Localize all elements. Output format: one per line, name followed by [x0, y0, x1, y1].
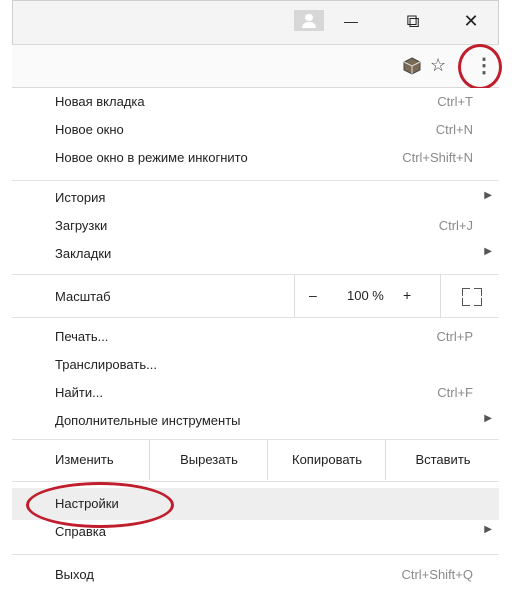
edit-row: Изменить Вырезать Копировать Вставить: [12, 440, 499, 480]
menu-item-bookmarks[interactable]: Закладки ▶: [12, 241, 499, 269]
menu-item-new-window[interactable]: Новое окно Ctrl+N: [12, 117, 499, 145]
zoom-controls: – 100 % +: [294, 275, 500, 317]
menu-item-new-tab[interactable]: Новая вкладка Ctrl+T: [12, 89, 499, 117]
paste-button[interactable]: Вставить: [385, 440, 500, 480]
menu-item-downloads[interactable]: Загрузки Ctrl+J: [12, 213, 499, 241]
menu-item-find[interactable]: Найти... Ctrl+F: [12, 380, 499, 408]
menu-item-exit[interactable]: Выход Ctrl+Shift+Q: [12, 562, 499, 590]
restore-button[interactable]: ⧉: [398, 8, 428, 34]
bookmark-star-icon[interactable]: ☆: [430, 55, 446, 76]
zoom-in-button[interactable]: +: [403, 287, 411, 303]
user-profile-icon[interactable]: [294, 10, 324, 31]
menu-item-history[interactable]: История ▶: [12, 185, 499, 213]
fullscreen-icon[interactable]: [440, 275, 501, 317]
cube-icon[interactable]: [402, 57, 422, 80]
close-button[interactable]: ✕: [456, 8, 486, 34]
menu-item-more-tools[interactable]: Дополнительные инструменты ▶: [12, 408, 499, 436]
browser-toolbar: [12, 44, 499, 88]
edit-label: Изменить: [55, 452, 114, 467]
cut-button[interactable]: Вырезать: [149, 440, 268, 480]
zoom-label: Масштаб: [55, 289, 111, 304]
annotation-circle-menu: [458, 44, 502, 90]
submenu-arrow-icon: ▶: [484, 246, 492, 257]
menu-item-print[interactable]: Печать... Ctrl+P: [12, 324, 499, 352]
submenu-arrow-icon: ▶: [484, 524, 492, 535]
copy-button[interactable]: Копировать: [267, 440, 386, 480]
menu-item-cast[interactable]: Транслировать...: [12, 352, 499, 380]
zoom-out-button[interactable]: –: [309, 287, 317, 303]
minimize-button[interactable]: —: [336, 8, 366, 34]
submenu-arrow-icon: ▶: [484, 413, 492, 424]
menu-separator: [12, 554, 499, 555]
annotation-circle-settings: [26, 482, 174, 528]
zoom-value: 100 %: [347, 288, 384, 303]
menu-separator: [12, 180, 499, 181]
submenu-arrow-icon: ▶: [484, 190, 492, 201]
menu-separator: [12, 317, 499, 318]
menu-item-incognito[interactable]: Новое окно в режиме инкогнито Ctrl+Shift…: [12, 145, 499, 173]
